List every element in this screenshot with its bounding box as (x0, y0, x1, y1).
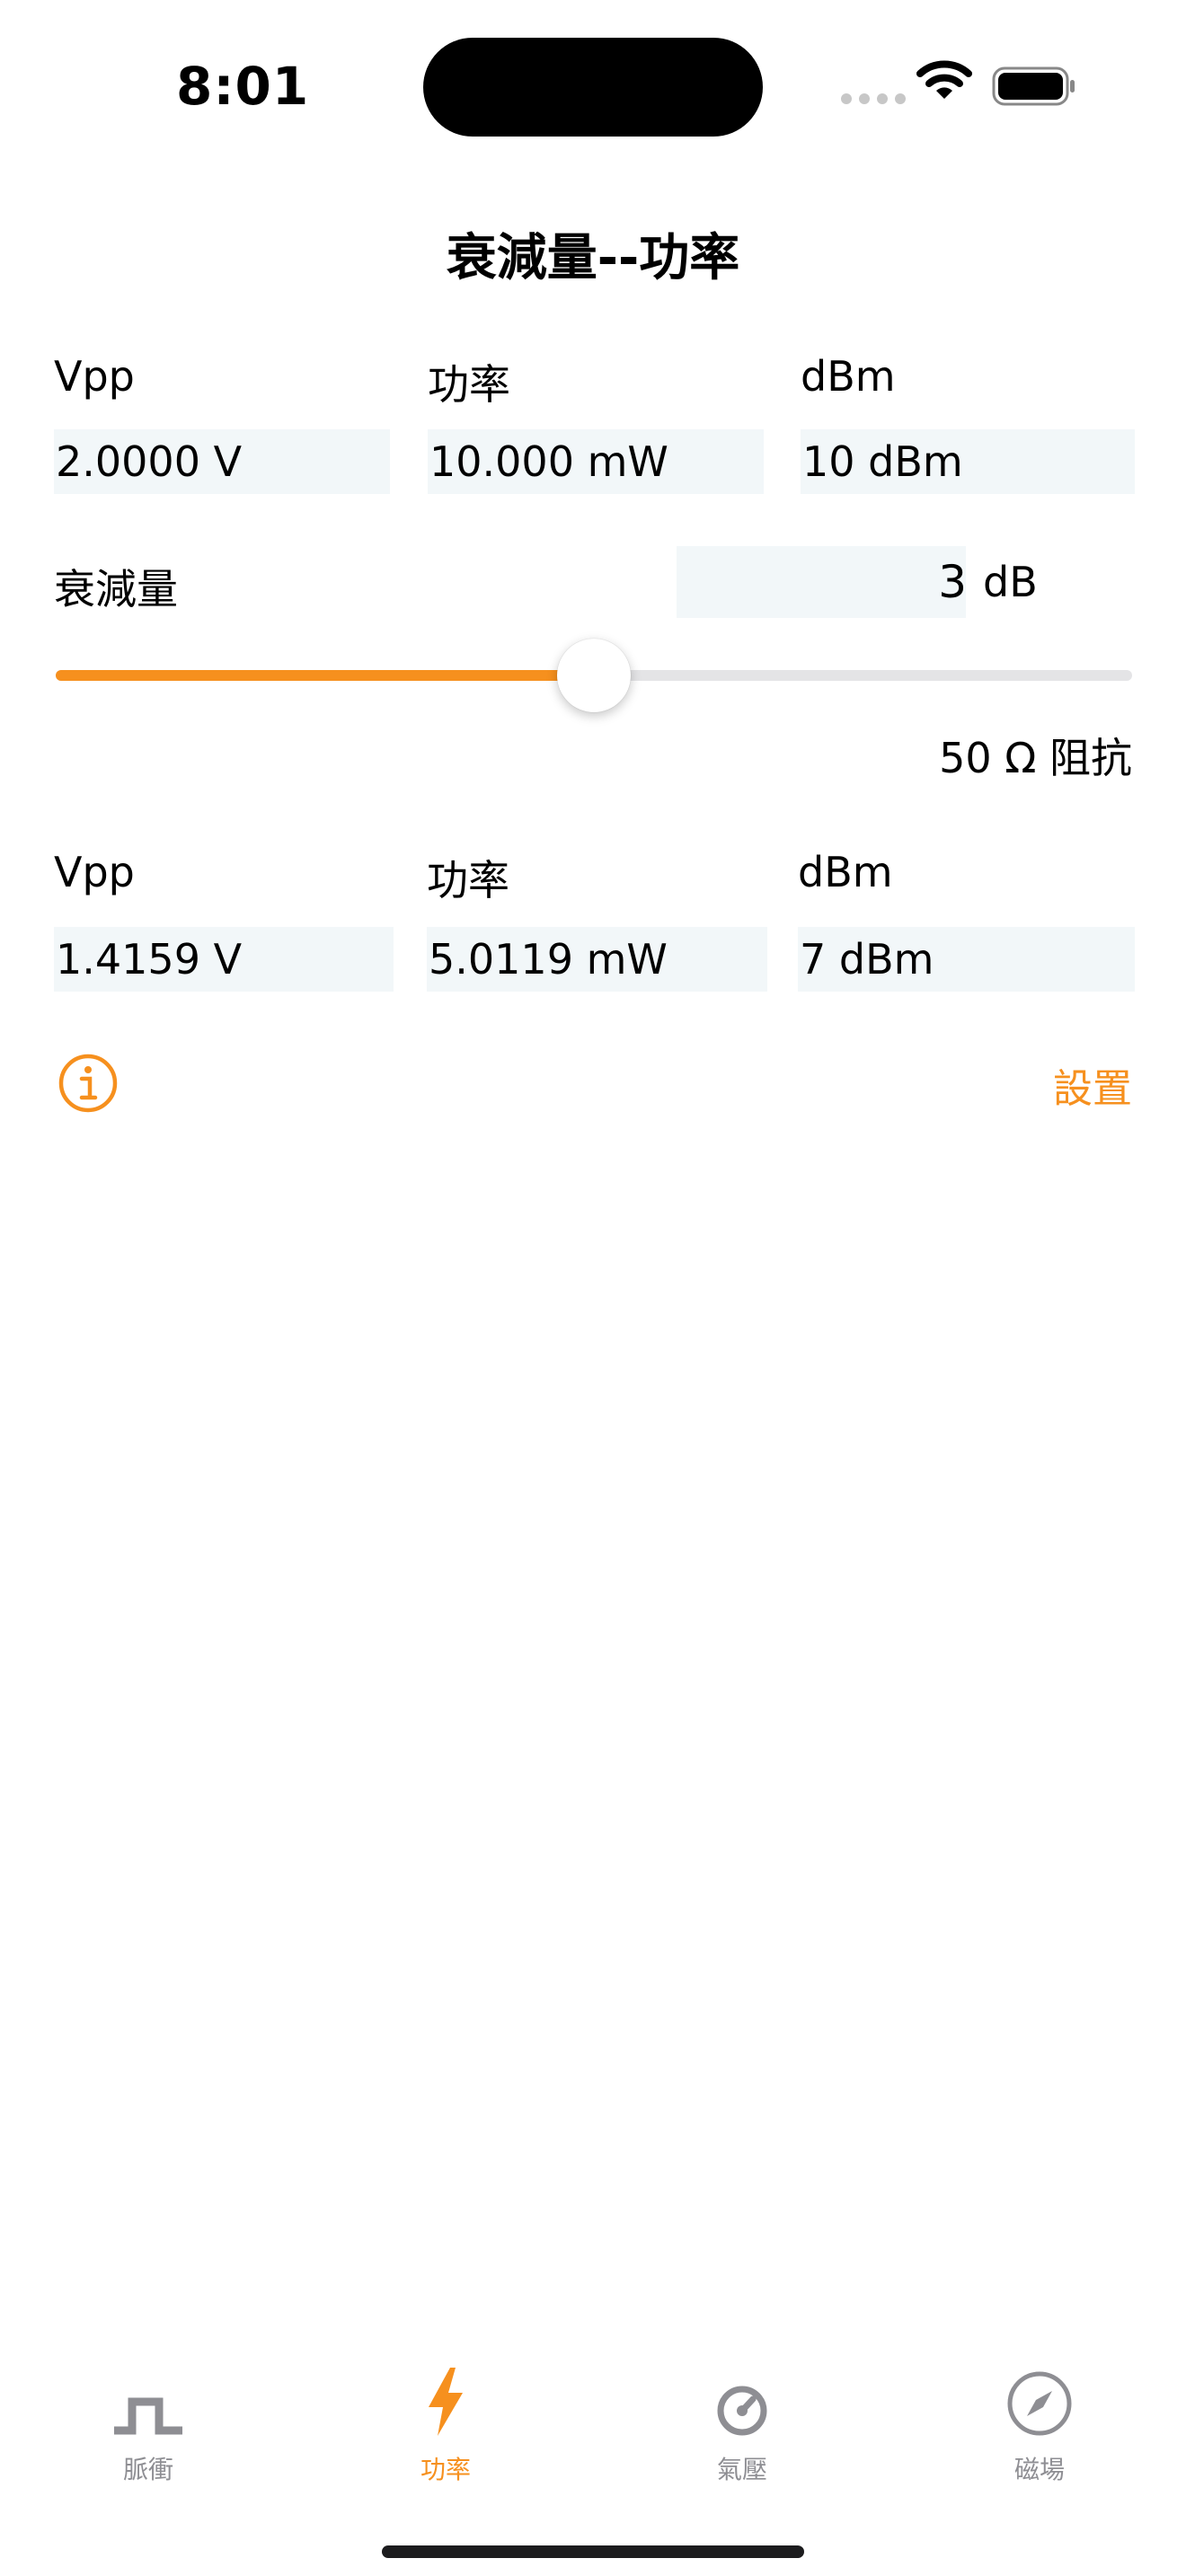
input-power-label: 功率 (428, 360, 510, 409)
impedance-label: 50 Ω 阻抗 (939, 734, 1132, 782)
tab-pressure[interactable]: 氣壓 (652, 2357, 832, 2486)
signal-dots-icon (841, 93, 906, 104)
output-dbm-label: dBm (798, 848, 893, 896)
home-indicator[interactable] (382, 2545, 804, 2558)
gauge-icon (717, 2386, 767, 2436)
tab-power[interactable]: 功率 (356, 2357, 535, 2486)
input-dbm-field[interactable]: 10 dBm (801, 429, 1135, 494)
wifi-icon (916, 60, 972, 99)
attenuation-field[interactable] (677, 546, 966, 618)
bolt-icon (429, 2368, 463, 2436)
tab-pressure-label: 氣壓 (716, 2455, 767, 2484)
input-dbm-label: dBm (801, 352, 896, 401)
output-vpp-label: Vpp (54, 848, 135, 896)
output-vpp-field: 1.4159 V (54, 927, 394, 992)
output-power-label: 功率 (427, 856, 509, 904)
input-vpp-label: Vpp (54, 352, 135, 401)
attenuation-slider-fill (56, 670, 594, 681)
attenuation-unit: dB (983, 558, 1038, 606)
tab-power-label: 功率 (420, 2455, 471, 2484)
info-icon[interactable] (58, 1053, 119, 1114)
attenuation-label: 衰減量 (54, 565, 178, 613)
attenuation-slider-thumb[interactable] (557, 639, 631, 712)
pulse-icon (114, 2397, 182, 2435)
status-time: 8:01 (176, 56, 310, 117)
attenuation-value[interactable]: 3 (938, 550, 967, 614)
compass-icon (1007, 2371, 1072, 2436)
input-power-field[interactable]: 10.000 mW (428, 429, 764, 494)
battery-icon (992, 66, 1075, 106)
output-dbm-field: 7 dBm (798, 927, 1135, 992)
dynamic-island (423, 38, 763, 137)
tab-magnetic-label: 磁場 (1013, 2455, 1065, 2484)
tab-pulse[interactable]: 脈衝 (58, 2357, 238, 2486)
output-power-field: 5.0119 mW (427, 927, 767, 992)
settings-button[interactable]: 設置 (1053, 1056, 1132, 1114)
tab-magnetic[interactable]: 磁場 (950, 2357, 1129, 2486)
page-title: 衰減量--功率 (446, 229, 740, 287)
input-vpp-field[interactable]: 2.0000 V (54, 429, 390, 494)
tab-pulse-label: 脈衝 (122, 2455, 173, 2484)
